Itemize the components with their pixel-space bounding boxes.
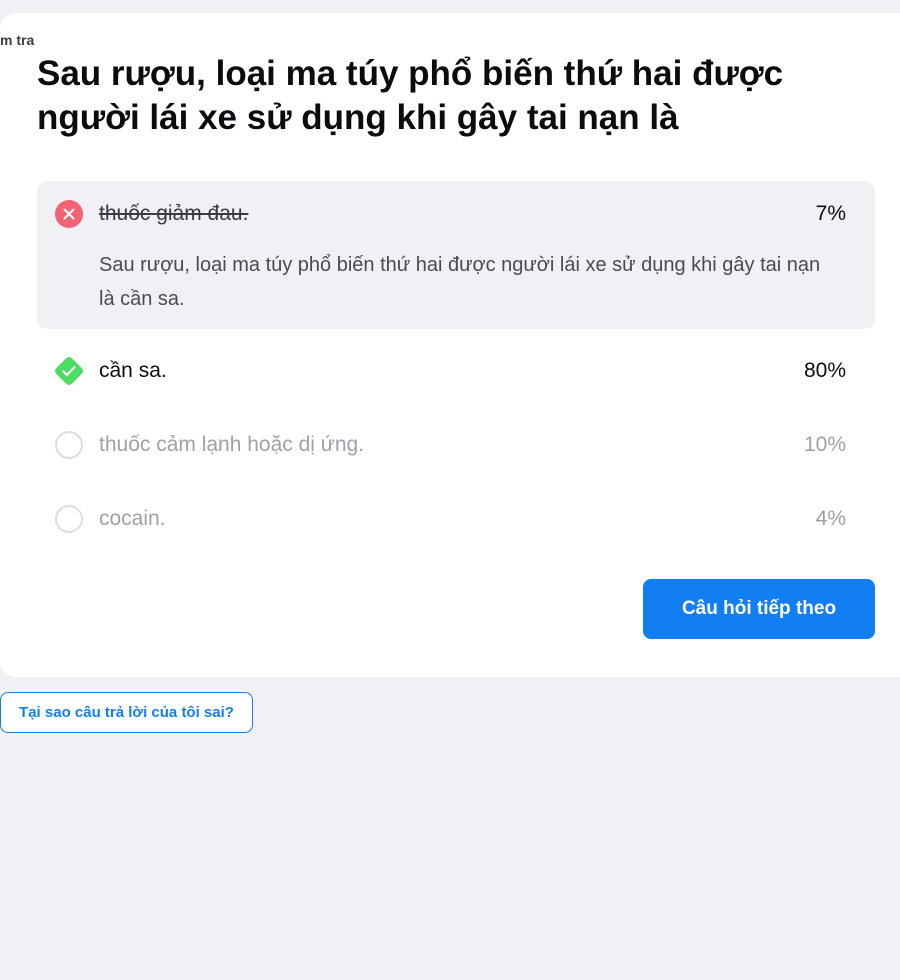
check-icon	[53, 355, 85, 387]
option-label: cocain.	[99, 507, 166, 530]
x-icon	[55, 200, 83, 228]
option-label: cần sa.	[99, 359, 167, 382]
option-percent: 7%	[815, 202, 846, 225]
why-wrong-button[interactable]: Tại sao câu trả lời của tôi sai?	[0, 692, 253, 733]
option-label: thuốc cảm lạnh hoặc dị ứng.	[99, 433, 365, 456]
explanation-text: Sau rượu, loại ma túy phổ biến thứ hai đ…	[99, 254, 821, 310]
radio-empty-icon	[55, 505, 83, 533]
option-correct[interactable]: cần sa. 80%	[37, 350, 875, 390]
option-wrong[interactable]: thuốc giảm đau. 7% Sau rượu, loại ma túy…	[37, 181, 875, 329]
option-unselected[interactable]: cocain. 4%	[37, 498, 875, 538]
option-label: thuốc giảm đau.	[99, 202, 249, 225]
option-percent: 10%	[803, 433, 846, 456]
next-question-button[interactable]: Câu hỏi tiếp theo	[643, 579, 875, 639]
option-unselected[interactable]: thuốc cảm lạnh hoặc dị ứng. 10%	[37, 424, 875, 464]
breadcrumb: m tra	[0, 32, 35, 48]
option-percent: 4%	[815, 507, 846, 530]
option-percent: 80%	[803, 359, 846, 382]
question-title: Sau rượu, loại ma túy phổ biến thứ hai đ…	[37, 54, 784, 137]
radio-empty-icon	[55, 431, 83, 459]
